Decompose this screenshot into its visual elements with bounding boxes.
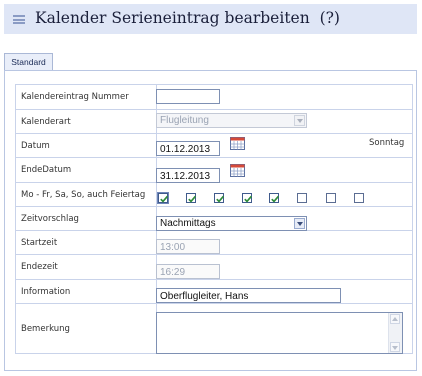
title-text: Kalender Serieneintrag bearbeiten <box>35 9 310 27</box>
label-wochentage: Mo - Fr, Sa, So, auch Feiertag <box>15 182 157 207</box>
weekday-checkbox[interactable] <box>157 192 169 204</box>
label-endezeit: Endezeit <box>15 254 157 280</box>
hamburger-icon[interactable] <box>13 15 25 24</box>
zeitvorschlag-value: Nachmittags <box>160 218 216 229</box>
label-zeitvorschlag: Zeitvorschlag <box>15 206 157 231</box>
weekday-checkbox[interactable] <box>242 193 253 203</box>
label-information: Information <box>15 279 157 304</box>
endedatum-input[interactable]: 31.12.2013 <box>156 168 220 183</box>
help-link[interactable]: (?) <box>320 9 340 27</box>
checkmark-icon <box>160 195 169 203</box>
kalendereintrag-nummer-input[interactable] <box>156 89 220 104</box>
label-kalendereintrag-nummer: Kalendereintrag Nummer <box>15 84 157 110</box>
endezeit-input[interactable]: 16:29 <box>156 264 220 279</box>
kalenderart-value: Flugleitung <box>160 115 209 126</box>
checkmark-icon <box>188 195 197 203</box>
weekday-label: Sonntag <box>369 138 405 148</box>
weekday-checkbox[interactable] <box>354 193 364 203</box>
textarea-scrollbar[interactable] <box>388 313 402 353</box>
weekday-checkbox[interactable] <box>186 193 197 203</box>
calendar-icon[interactable] <box>230 164 245 177</box>
kalenderart-select[interactable]: Flugleitung <box>156 113 307 128</box>
scroll-down-icon[interactable] <box>390 342 400 352</box>
title-bar: Kalender Serieneintrag bearbeiten (?) <box>4 4 417 34</box>
chevron-down-icon <box>294 115 305 126</box>
checkmark-icon <box>271 195 280 203</box>
weekday-checkbox[interactable] <box>269 193 280 203</box>
zeitvorschlag-select[interactable]: Nachmittags <box>156 216 307 231</box>
datum-input[interactable]: 01.12.2013 <box>156 141 220 156</box>
checkmark-icon <box>244 195 253 203</box>
label-endedatum: EndeDatum <box>15 157 157 183</box>
weekday-checkbox[interactable] <box>297 193 307 203</box>
information-input[interactable]: Oberflugleiter, Hans <box>156 288 341 303</box>
tab-standard[interactable]: Standard <box>4 53 53 71</box>
page-title: Kalender Serieneintrag bearbeiten (?) <box>35 9 340 27</box>
bemerkung-textarea[interactable] <box>156 312 403 354</box>
label-bemerkung: Bemerkung <box>15 303 157 354</box>
weekday-checkbox[interactable] <box>326 193 336 203</box>
form-panel: Kalendereintrag Nummer Kalenderart Datum… <box>4 70 417 371</box>
label-datum: Datum <box>15 133 157 158</box>
startzeit-input[interactable]: 13:00 <box>156 239 220 254</box>
label-kalenderart: Kalenderart <box>15 109 157 134</box>
scroll-up-icon[interactable] <box>390 314 400 324</box>
calendar-icon[interactable] <box>230 137 245 150</box>
weekday-checkbox[interactable] <box>214 193 225 203</box>
chevron-down-icon <box>294 218 305 229</box>
label-startzeit: Startzeit <box>15 230 157 255</box>
checkmark-icon <box>216 195 225 203</box>
